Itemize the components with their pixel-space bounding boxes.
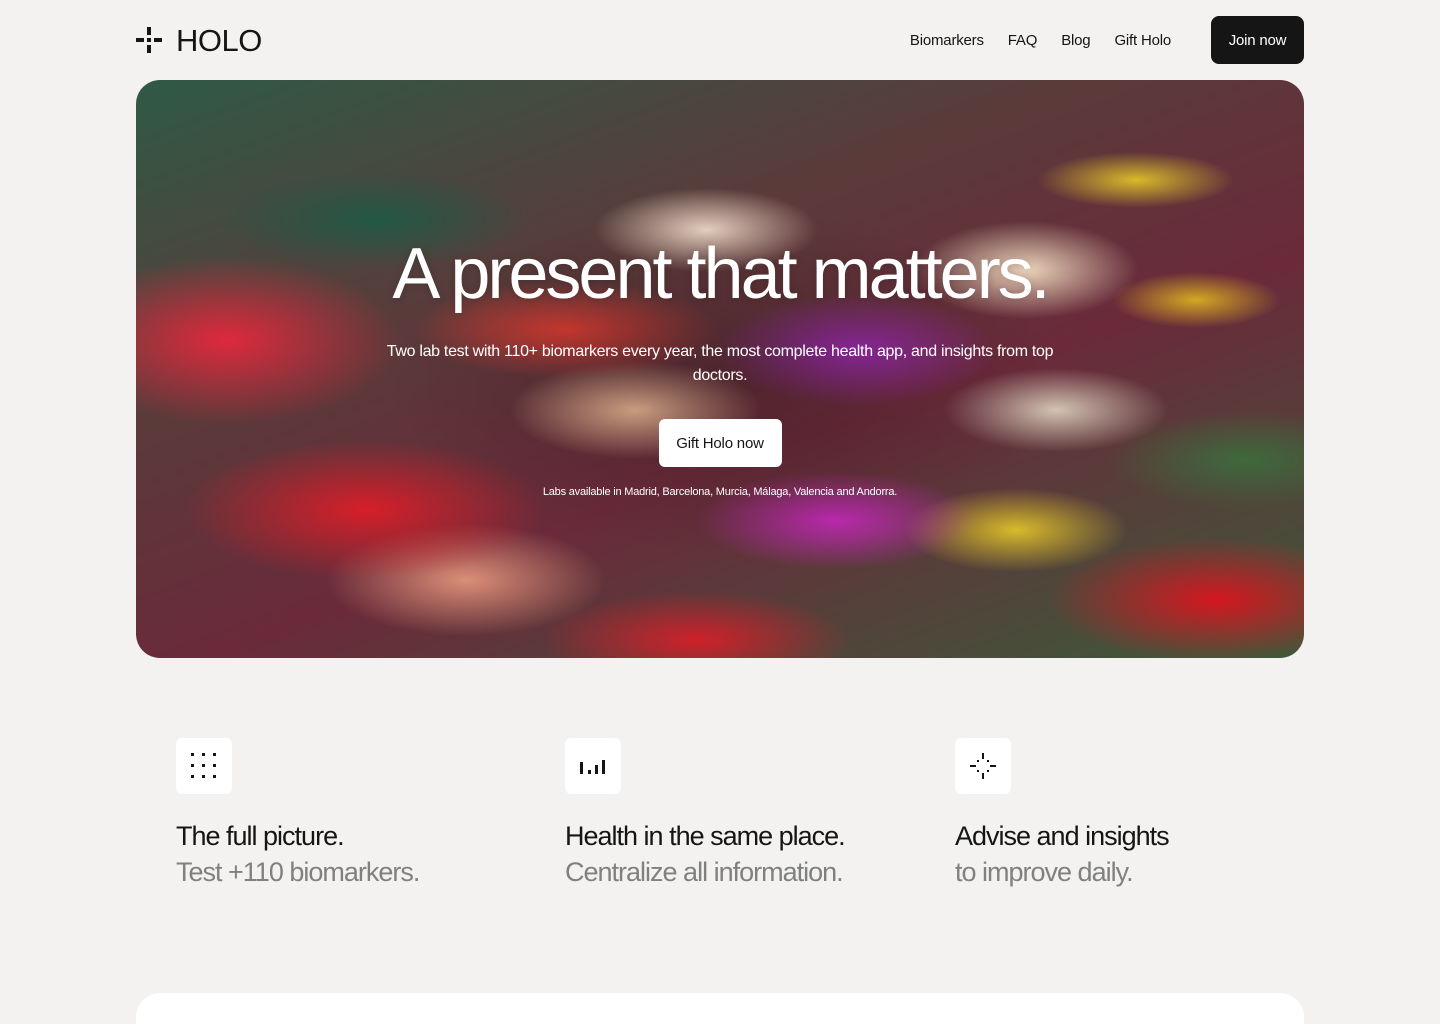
feature-icon-box — [955, 738, 1011, 794]
nav-link-faq[interactable]: FAQ — [1008, 32, 1038, 49]
logo[interactable]: HOLO — [136, 25, 262, 56]
hero-banner: A present that matters. Two lab test wit… — [136, 80, 1304, 658]
bar-chart-icon — [580, 760, 605, 774]
site-header: HOLO Biomarkers FAQ Blog Gift Holo Join … — [136, 16, 1304, 64]
feature-title: Health in the same place. — [565, 821, 846, 851]
feature-subtitle: Centralize all information. — [565, 857, 844, 887]
feature-title: The full picture. — [176, 821, 345, 851]
hero-content: A present that matters. Two lab test wit… — [136, 238, 1304, 498]
feature-subtitle: to improve daily. — [955, 857, 1134, 887]
feature-title: Advise and insights — [955, 821, 1170, 851]
hero-title: A present that matters. — [392, 234, 1050, 314]
nav-link-gift-holo[interactable]: Gift Holo — [1114, 32, 1171, 49]
next-section-card — [136, 993, 1304, 1024]
dot-grid-icon — [191, 753, 216, 778]
feature-full-picture: The full picture. Test +110 biomarkers. — [176, 738, 516, 890]
features-section: The full picture. Test +110 biomarkers. … — [176, 738, 1276, 898]
nav-link-blog[interactable]: Blog — [1061, 32, 1090, 49]
feature-icon-box — [565, 738, 621, 794]
sparkle-icon — [970, 753, 996, 779]
nav-link-biomarkers[interactable]: Biomarkers — [910, 32, 984, 49]
feature-icon-box — [176, 738, 232, 794]
feature-subtitle: Test +110 biomarkers. — [176, 857, 420, 887]
sparkle-cross-icon — [136, 27, 162, 53]
labs-availability-note: Labs available in Madrid, Barcelona, Mur… — [542, 486, 898, 498]
main-nav: Biomarkers FAQ Blog Gift Holo Join now — [886, 16, 1304, 64]
brand-name: HOLO — [176, 22, 262, 58]
join-now-button[interactable]: Join now — [1211, 16, 1304, 64]
gift-holo-now-button[interactable]: Gift Holo now — [658, 419, 782, 467]
hero-subtitle: Two lab test with 110+ biomarkers every … — [386, 343, 1054, 384]
feature-insights: Advise and insights to improve daily. — [955, 738, 1295, 890]
feature-same-place: Health in the same place. Centralize all… — [565, 738, 905, 890]
